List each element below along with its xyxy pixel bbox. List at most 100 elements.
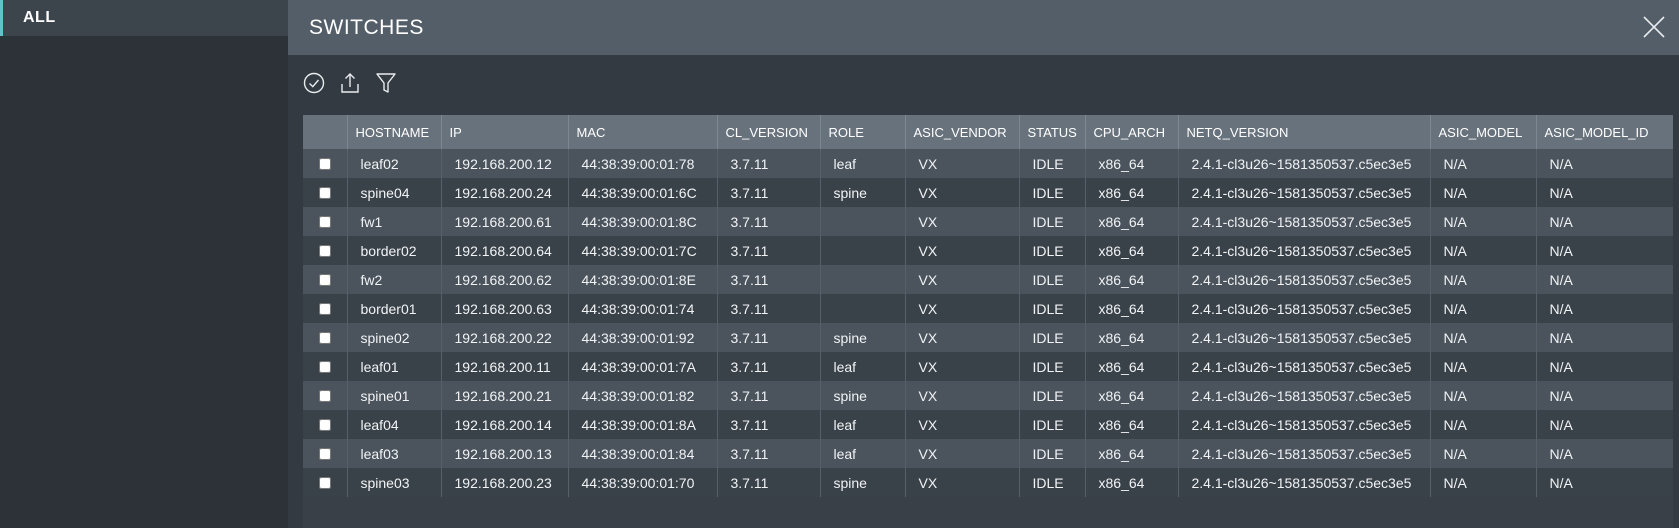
cell-asic-model-id: N/A <box>1536 178 1673 207</box>
cell-hostname: spine04 <box>347 178 442 207</box>
row-select-checkbox[interactable] <box>318 419 331 431</box>
cell-cl-version: 3.7.11 <box>717 149 821 178</box>
cell-mac: 44:38:39:00:01:8C <box>568 207 718 236</box>
row-select-checkbox[interactable] <box>318 158 331 170</box>
column-header-role[interactable]: ROLE <box>820 115 906 149</box>
check-circle-icon[interactable] <box>302 71 326 95</box>
table-row[interactable]: fw1 192.168.200.61 44:38:39:00:01:8C 3.7.11… <box>303 207 1673 236</box>
row-select-cell <box>303 410 348 439</box>
cell-ip: 192.168.200.62 <box>441 265 569 294</box>
cell-netq-version: 2.4.1-cl3u26~1581350537.c5ec3e5 <box>1178 236 1431 265</box>
cell-asic-vendor: VX <box>905 439 1020 468</box>
cell-cpu-arch: x86_64 <box>1085 352 1179 381</box>
column-header-cpu-arch[interactable]: CPU_ARCH <box>1085 115 1179 149</box>
close-icon[interactable] <box>1639 12 1669 42</box>
cell-ip: 192.168.200.64 <box>441 236 569 265</box>
column-header-mac[interactable]: MAC <box>568 115 718 149</box>
cell-asic-vendor: VX <box>905 149 1020 178</box>
column-header-asic-model-id[interactable]: ASIC_MODEL_ID <box>1536 115 1673 149</box>
cell-netq-version: 2.4.1-cl3u26~1581350537.c5ec3e5 <box>1178 207 1431 236</box>
cell-cl-version: 3.7.11 <box>717 323 821 352</box>
panel-title: SWITCHES <box>309 16 424 39</box>
row-select-checkbox[interactable] <box>318 332 331 344</box>
filter-icon[interactable] <box>374 71 398 95</box>
cell-cpu-arch: x86_64 <box>1085 149 1179 178</box>
select-column-header[interactable] <box>303 115 348 149</box>
row-select-checkbox[interactable] <box>318 448 331 460</box>
panel-header: SWITCHES <box>288 0 1679 55</box>
cell-cl-version: 3.7.11 <box>717 410 821 439</box>
cell-asic-model: N/A <box>1430 149 1537 178</box>
table-row[interactable]: spine03 192.168.200.23 44:38:39:00:01:70 3.… <box>303 468 1673 497</box>
cell-asic-model: N/A <box>1430 265 1537 294</box>
cell-role <box>820 236 906 265</box>
cell-asic-model-id: N/A <box>1536 468 1673 497</box>
column-header-hostname[interactable]: HOSTNAME <box>347 115 442 149</box>
cell-ip: 192.168.200.13 <box>441 439 569 468</box>
column-header-asic-vendor[interactable]: ASIC_VENDOR <box>905 115 1020 149</box>
table-row[interactable]: spine04 192.168.200.24 44:38:39:00:01:6C 3.… <box>303 178 1673 207</box>
cell-asic-model-id: N/A <box>1536 410 1673 439</box>
cell-netq-version: 2.4.1-cl3u26~1581350537.c5ec3e5 <box>1178 178 1431 207</box>
cell-status: IDLE <box>1019 323 1086 352</box>
row-select-checkbox[interactable] <box>318 303 331 315</box>
cell-status: IDLE <box>1019 236 1086 265</box>
cell-mac: 44:38:39:00:01:92 <box>568 323 718 352</box>
upload-icon[interactable] <box>338 71 362 95</box>
table-row[interactable]: spine01 192.168.200.21 44:38:39:00:01:82 3.… <box>303 381 1673 410</box>
cell-mac: 44:38:39:00:01:7A <box>568 352 718 381</box>
table-row[interactable]: leaf04 192.168.200.14 44:38:39:00:01:8A 3.7… <box>303 410 1673 439</box>
switches-table-container: HOSTNAME IP MAC CL_VERSION ROLE ASIC_VENDOR ST… <box>303 115 1673 528</box>
cell-cpu-arch: x86_64 <box>1085 381 1179 410</box>
row-select-checkbox[interactable] <box>318 390 331 402</box>
sidebar-item-all[interactable]: ALL <box>0 0 288 36</box>
cell-cpu-arch: x86_64 <box>1085 410 1179 439</box>
cell-cpu-arch: x86_64 <box>1085 294 1179 323</box>
cell-cl-version: 3.7.11 <box>717 352 821 381</box>
row-select-checkbox[interactable] <box>318 187 331 199</box>
cell-mac: 44:38:39:00:01:74 <box>568 294 718 323</box>
cell-mac: 44:38:39:00:01:8A <box>568 410 718 439</box>
row-select-checkbox[interactable] <box>318 245 331 257</box>
row-select-checkbox[interactable] <box>318 274 331 286</box>
column-header-cl-version[interactable]: CL_VERSION <box>717 115 821 149</box>
row-select-checkbox[interactable] <box>318 477 331 489</box>
cell-asic-vendor: VX <box>905 265 1020 294</box>
cell-status: IDLE <box>1019 439 1086 468</box>
row-select-checkbox[interactable] <box>318 361 331 373</box>
cell-asic-vendor: VX <box>905 352 1020 381</box>
table-row[interactable]: leaf01 192.168.200.11 44:38:39:00:01:7A 3.7… <box>303 352 1673 381</box>
cell-ip: 192.168.200.24 <box>441 178 569 207</box>
cell-asic-model-id: N/A <box>1536 439 1673 468</box>
cell-hostname: spine02 <box>347 323 442 352</box>
cell-cpu-arch: x86_64 <box>1085 265 1179 294</box>
cell-asic-model-id: N/A <box>1536 323 1673 352</box>
cell-mac: 44:38:39:00:01:70 <box>568 468 718 497</box>
cell-asic-model-id: N/A <box>1536 352 1673 381</box>
column-header-status[interactable]: STATUS <box>1019 115 1086 149</box>
table-row[interactable]: spine02 192.168.200.22 44:38:39:00:01:92 3.… <box>303 323 1673 352</box>
table-row[interactable]: leaf03 192.168.200.13 44:38:39:00:01:84 3.7… <box>303 439 1673 468</box>
cell-cpu-arch: x86_64 <box>1085 207 1179 236</box>
cell-status: IDLE <box>1019 149 1086 178</box>
cell-mac: 44:38:39:00:01:82 <box>568 381 718 410</box>
table-row[interactable]: border02 192.168.200.64 44:38:39:00:01:7C 3… <box>303 236 1673 265</box>
row-select-cell <box>303 207 348 236</box>
cell-role: spine <box>820 468 906 497</box>
row-select-checkbox[interactable] <box>318 216 331 228</box>
cell-cl-version: 3.7.11 <box>717 265 821 294</box>
column-header-netq-version[interactable]: NETQ_VERSION <box>1178 115 1431 149</box>
table-row[interactable]: fw2 192.168.200.62 44:38:39:00:01:8E 3.7.11… <box>303 265 1673 294</box>
column-header-ip[interactable]: IP <box>441 115 569 149</box>
cell-mac: 44:38:39:00:01:6C <box>568 178 718 207</box>
cell-asic-vendor: VX <box>905 294 1020 323</box>
cell-role <box>820 294 906 323</box>
cell-asic-vendor: VX <box>905 207 1020 236</box>
cell-asic-vendor: VX <box>905 236 1020 265</box>
cell-cpu-arch: x86_64 <box>1085 439 1179 468</box>
table-row[interactable]: border01 192.168.200.63 44:38:39:00:01:74 3… <box>303 294 1673 323</box>
table-row[interactable]: leaf02 192.168.200.12 44:38:39:00:01:78 3.7… <box>303 149 1673 178</box>
column-header-asic-model[interactable]: ASIC_MODEL <box>1430 115 1537 149</box>
cell-hostname: leaf03 <box>347 439 442 468</box>
row-select-cell <box>303 352 348 381</box>
